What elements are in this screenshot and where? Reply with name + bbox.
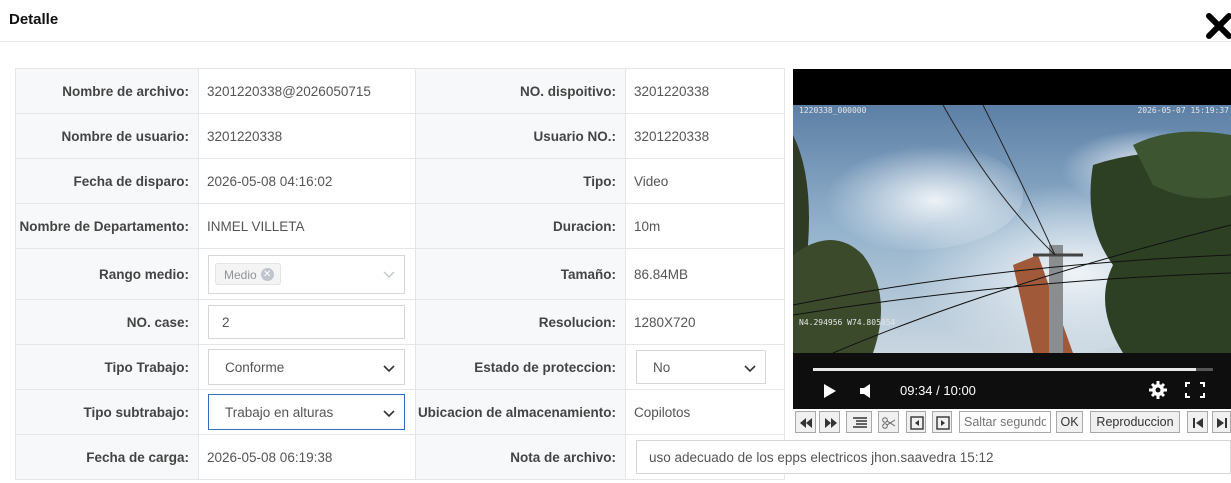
value-trigger-date: 2026-05-08 04:16:02 (198, 158, 416, 204)
fast-forward-icon (825, 418, 837, 428)
chevron-down-icon (383, 271, 395, 278)
player-toolbar: OK Reproduccion (793, 410, 1231, 434)
value-department: INMEL VILLETA (198, 203, 416, 249)
label-range: Rango medio: (15, 248, 199, 300)
chevron-down-icon (744, 365, 756, 373)
osd-datetime: 2026-05-07 15:19:37 (1137, 106, 1229, 115)
value-user-no: 3201220338 (625, 113, 785, 159)
progress-fill (813, 368, 1196, 371)
chevron-down-icon (383, 365, 395, 373)
label-department: Nombre de Departamento: (15, 203, 199, 249)
label-size: Tamaño: (415, 248, 626, 300)
value-file-name: 3201220338@2026050715 (198, 68, 416, 114)
osd-gps: N4.294956 W74.805054 (799, 318, 896, 327)
case-cell: 2 (198, 299, 416, 345)
scissors-icon (882, 417, 896, 429)
range-tag-label: Medio (224, 267, 257, 282)
value-device-no: 3201220338 (625, 68, 785, 114)
progress-bar[interactable] (813, 368, 1213, 371)
range-tag: Medio ✕ (215, 262, 281, 285)
skip-end-button[interactable] (1212, 411, 1231, 433)
label-resolution: Resolucion: (415, 299, 626, 345)
label-trigger-date: Fecha de disparo: (15, 158, 199, 204)
chevron-down-icon (383, 410, 395, 418)
label-case-no: NO. case: (15, 299, 199, 345)
subwork-type-cell: Trabajo en alturas (198, 389, 416, 435)
value-upload-date: 2026-05-08 06:19:38 (198, 434, 416, 480)
case-no-input[interactable]: 2 (208, 305, 405, 339)
list-button[interactable] (846, 411, 872, 433)
work-type-select[interactable]: Conforme (208, 349, 405, 385)
label-upload-date: Fecha de carga: (15, 434, 199, 480)
value-size: 86.84MB (625, 248, 785, 300)
label-file-name: Nombre de archivo: (15, 68, 199, 114)
video-player[interactable]: 1220338_000000 2026-05-07 15:19:37 N4.29… (793, 69, 1231, 409)
work-type-value: Conforme (225, 360, 285, 375)
seek-seconds-input[interactable] (959, 411, 1051, 433)
dialog-header: Detalle (0, 0, 1231, 42)
label-device-no: NO. dispoitivo: (415, 68, 626, 114)
next-frame-icon (936, 416, 950, 430)
range-cell: Medio ✕ (198, 248, 416, 300)
rewind-icon (800, 418, 812, 428)
tag-remove-icon[interactable]: ✕ (260, 267, 274, 281)
list-icon (853, 417, 867, 428)
value-duration: 10m (625, 203, 785, 249)
play-icon[interactable] (823, 383, 837, 399)
value-resolution: 1280X720 (625, 299, 785, 345)
label-storage: Ubicacion de almacenamiento: (415, 389, 626, 435)
value-type: Video (625, 158, 785, 204)
video-controls: 09:34 / 10:00 (793, 353, 1231, 409)
label-type: Tipo: (415, 158, 626, 204)
label-duration: Duracion: (415, 203, 626, 249)
value-storage: Copilotos (625, 389, 785, 435)
rewind-button[interactable] (795, 411, 816, 433)
work-type-cell: Conforme (198, 344, 416, 390)
detail-table: Nombre de archivo: 3201220338@2026050715… (15, 68, 785, 480)
label-user-no: Usuario NO.: (415, 113, 626, 159)
label-protection: Estado de proteccion: (415, 344, 626, 390)
prev-frame-button[interactable] (906, 411, 926, 433)
close-icon[interactable] (1206, 10, 1231, 40)
osd-channel: 1220338_000000 (799, 106, 867, 115)
settings-icon[interactable] (1149, 381, 1167, 399)
protection-value: No (653, 360, 671, 375)
subwork-type-select[interactable]: Trabajo en alturas (208, 394, 405, 430)
dialog-title: Detalle (9, 11, 59, 28)
skip-end-icon (1217, 418, 1227, 428)
video-frame (793, 105, 1231, 353)
volume-icon[interactable] (859, 383, 873, 399)
case-no-value: 2 (222, 315, 230, 330)
skip-start-icon (1193, 418, 1203, 428)
prev-frame-icon (910, 416, 924, 430)
next-frame-button[interactable] (932, 411, 952, 433)
range-select[interactable]: Medio ✕ (208, 254, 405, 294)
subwork-type-value: Trabajo en alturas (225, 405, 334, 420)
label-subwork-type: Tipo subtrabajo: (15, 389, 199, 435)
value-user-name: 3201220338 (198, 113, 416, 159)
fast-forward-button[interactable] (819, 411, 840, 433)
label-user-name: Nombre de usuario: (15, 113, 199, 159)
cut-button[interactable] (878, 411, 899, 433)
ok-button[interactable]: OK (1056, 411, 1083, 433)
label-note: Nota de archivo: (415, 434, 626, 480)
note-field[interactable]: uso adecuado de los epps electricos jhon… (636, 440, 1231, 474)
protection-cell: No (625, 344, 785, 390)
protection-select[interactable]: No (636, 350, 766, 384)
skip-start-button[interactable] (1187, 411, 1208, 433)
playback-button[interactable]: Reproduccion (1090, 411, 1180, 433)
fullscreen-icon[interactable] (1185, 382, 1205, 398)
label-work-type: Tipo Trabajo: (15, 344, 199, 390)
time-display: 09:34 / 10:00 (900, 383, 976, 398)
